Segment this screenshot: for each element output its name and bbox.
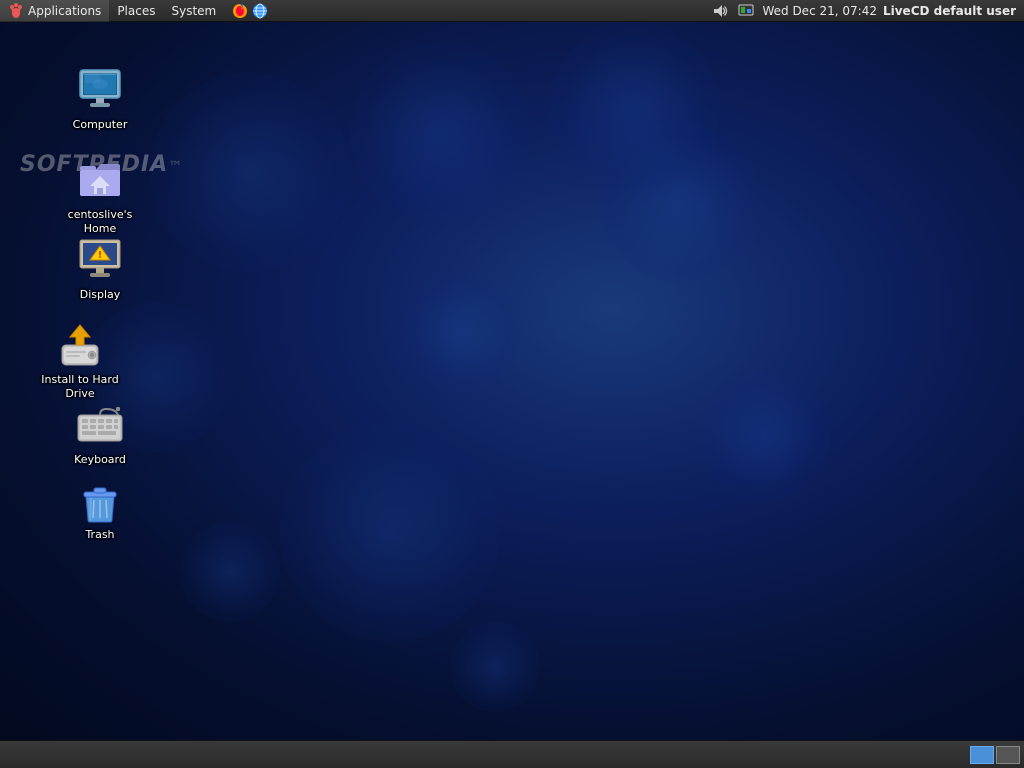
volume-icon[interactable]: [710, 3, 730, 19]
svg-text:!: !: [98, 250, 103, 261]
bottom-panel: [0, 740, 1024, 768]
top-panel: Applications Places System: [0, 0, 1024, 22]
display-icon[interactable]: ! Display: [55, 232, 145, 306]
network-icon[interactable]: [250, 3, 270, 19]
install-icon-img: [56, 321, 104, 369]
home-icon-img: [76, 156, 124, 204]
home-icon[interactable]: centoslive's Home: [55, 152, 145, 241]
system-label: System: [171, 4, 216, 18]
keyboard-icon-img: [76, 401, 124, 449]
places-label: Places: [117, 4, 155, 18]
applications-menu[interactable]: Applications: [0, 0, 109, 22]
computer-icon-img: [76, 66, 124, 114]
system-menu[interactable]: System: [163, 0, 224, 22]
applications-icon: [8, 3, 24, 19]
trash-icon[interactable]: Trash: [55, 472, 145, 546]
display-label: Display: [80, 288, 121, 302]
trash-label: Trash: [85, 528, 114, 542]
install-icon[interactable]: Install to Hard Drive: [35, 317, 125, 406]
computer-label: Computer: [73, 118, 128, 132]
panel-right: Wed Dec 21, 07:42 LiveCD default user: [710, 3, 1024, 19]
network-monitor-icon[interactable]: [736, 3, 756, 19]
username: LiveCD default user: [883, 4, 1016, 18]
places-menu[interactable]: Places: [109, 0, 163, 22]
workspace-switcher: [970, 746, 1020, 764]
trash-icon-img: [76, 476, 124, 524]
keyboard-label: Keyboard: [74, 453, 126, 467]
panel-left: Applications Places System: [0, 0, 710, 22]
keyboard-icon[interactable]: Keyboard: [55, 397, 145, 471]
workspace-2-button[interactable]: [996, 746, 1020, 764]
computer-icon[interactable]: Computer: [55, 62, 145, 136]
display-icon-img: !: [76, 236, 124, 284]
desktop: SOFTPEDIA™: [0, 22, 1024, 740]
desktop-icons: Computer centoslive's Home: [0, 22, 1024, 740]
firefox-icon[interactable]: [230, 3, 250, 19]
workspace-1-button[interactable]: [970, 746, 994, 764]
applications-label: Applications: [28, 4, 101, 18]
datetime: Wed Dec 21, 07:42: [762, 4, 877, 18]
